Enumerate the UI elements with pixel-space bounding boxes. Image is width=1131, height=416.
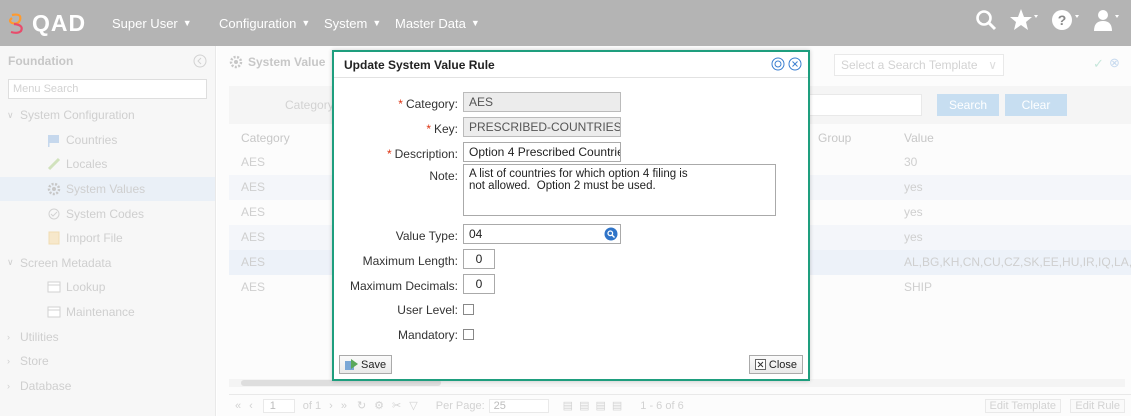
category-label: * Category:: [398, 97, 458, 111]
top-bar: QAD Super User ▼ Configuration ▼ System ▼ M…: [0, 0, 1131, 46]
required-marker: *: [426, 122, 431, 136]
user-level-label: User Level:: [397, 303, 458, 317]
top-icons: ?: [975, 8, 1121, 32]
category-label-text: Category:: [405, 97, 458, 111]
value-type-field[interactable]: 04: [463, 224, 621, 244]
help-icon[interactable]: ?: [1051, 8, 1081, 32]
user-menu[interactable]: Super User ▼: [112, 0, 192, 46]
max-decimals-label: Maximum Decimals:: [349, 279, 458, 293]
close-icon: [754, 359, 766, 370]
user-icon[interactable]: [1093, 8, 1121, 32]
svg-text:?: ?: [1058, 12, 1067, 28]
nav-master-data-label: Master Data: [395, 15, 466, 31]
required-marker: *: [398, 97, 403, 111]
star-icon[interactable]: [1009, 8, 1039, 32]
user-menu-label: Super User: [112, 15, 178, 31]
logo-mark-icon: [8, 13, 23, 34]
nav-master-data[interactable]: Master Data ▼: [395, 0, 480, 46]
category-field[interactable]: AES: [463, 92, 621, 112]
description-field[interactable]: Option 4 Prescribed Countries: [463, 142, 621, 162]
update-system-value-rule-dialog: Update System Value Rule * Category: AES …: [332, 50, 810, 381]
search-icon[interactable]: [975, 9, 997, 31]
dialog-title: Update System Value Rule: [344, 57, 495, 72]
nav-configuration[interactable]: Configuration ▼: [219, 0, 310, 46]
logo-text: QAD: [32, 9, 87, 36]
lookup-search-icon[interactable]: [604, 227, 618, 241]
qad-logo[interactable]: QAD: [8, 10, 86, 36]
dialog-header: Update System Value Rule: [334, 52, 808, 78]
max-length-label: Maximum Length:: [362, 254, 458, 268]
caret-down-icon: ▼: [301, 18, 311, 28]
note-label: Note:: [429, 169, 458, 183]
key-field[interactable]: PRESCRIBED-COUNTRIES-OPT-4: [463, 117, 621, 137]
dialog-controls: [771, 57, 802, 71]
key-label-text: Key:: [433, 122, 458, 136]
dialog-close-icon[interactable]: [788, 57, 802, 71]
close-button[interactable]: Close: [748, 355, 803, 374]
save-button-label: Save: [361, 358, 387, 371]
save-button[interactable]: Save: [339, 355, 393, 374]
description-label: * Description:: [387, 147, 458, 161]
required-marker: *: [386, 147, 392, 161]
caret-down-icon: ▼: [372, 18, 382, 28]
max-decimals-field[interactable]: 0: [463, 274, 495, 294]
mandatory-label: Mandatory:: [397, 328, 458, 342]
description-label-text: Description:: [394, 147, 458, 161]
nav-system-label: System: [324, 15, 368, 31]
value-type-label: Value Type:: [395, 229, 458, 243]
close-button-label: Close: [768, 358, 797, 371]
dialog-refresh-icon[interactable]: [771, 57, 785, 71]
dialog-footer: Save Close: [334, 351, 808, 379]
max-length-field[interactable]: 0: [463, 249, 495, 269]
value-type-value: 04: [469, 227, 483, 241]
user-level-checkbox[interactable]: [463, 304, 474, 315]
save-icon: [345, 358, 358, 370]
nav-configuration-label: Configuration: [219, 15, 297, 31]
nav-system[interactable]: System ▼: [324, 0, 381, 46]
note-field[interactable]: A list of countries for which option 4 f…: [463, 164, 776, 216]
caret-down-icon: ▼: [470, 18, 480, 28]
key-label: * Key:: [426, 122, 458, 136]
mandatory-checkbox[interactable]: [463, 329, 474, 340]
caret-down-icon: ▼: [182, 18, 192, 28]
